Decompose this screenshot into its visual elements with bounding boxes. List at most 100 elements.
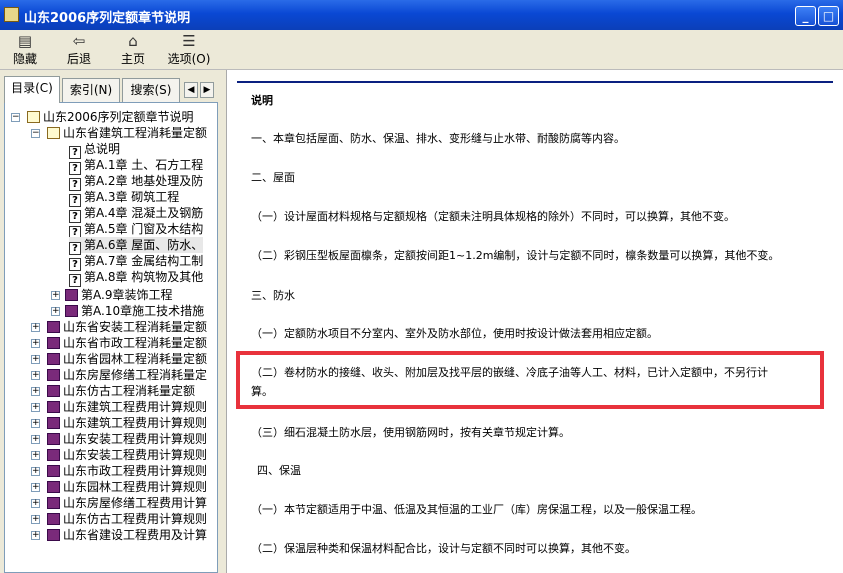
tree-book-label: 山东省安装工程消耗量定额	[63, 320, 208, 334]
paragraph: 一、本章包括屋面、防水、保温、排水、变形缝与止水带、耐酸防腐等内容。	[251, 132, 625, 145]
tree-book[interactable]: 山东建筑工程费用计算规则	[47, 415, 207, 431]
book-icon	[47, 321, 60, 333]
book-icon	[47, 449, 60, 461]
hide-button[interactable]: ▤ 隐藏	[2, 32, 48, 67]
tree-book[interactable]: 第A.9章装饰工程	[65, 287, 172, 303]
tab-search[interactable]: 搜索(S)	[122, 78, 180, 102]
open-book-icon	[27, 111, 40, 123]
expand-toggle[interactable]: +	[31, 499, 40, 508]
tree-book-label: 山东安装工程费用计算规则	[63, 432, 208, 446]
expand-toggle[interactable]: +	[31, 355, 40, 364]
tree-page[interactable]: ? 总说明	[69, 141, 120, 159]
tree-book-label: 山东仿古工程消耗量定额	[63, 384, 196, 398]
section-heading: 四、保温	[257, 464, 301, 477]
tree-book[interactable]: 山东房屋修缮工程消耗量定	[47, 367, 207, 383]
tree-page-label: 第A.4章 混凝土及钢筋	[84, 206, 204, 220]
collapse-toggle[interactable]: −	[11, 113, 20, 122]
tree-book[interactable]: 山东省安装工程消耗量定额	[47, 319, 207, 335]
tree-page[interactable]: ? 第A.3章 砌筑工程	[69, 189, 180, 207]
tree-page-label: 第A.2章 地基处理及防	[84, 174, 204, 188]
tree-book-open[interactable]: 山东省建筑工程消耗量定额	[47, 125, 207, 141]
tree-book-label: 山东省市政工程消耗量定额	[63, 336, 208, 350]
expand-toggle[interactable]: +	[51, 291, 60, 300]
book-icon	[65, 305, 78, 317]
tree-book[interactable]: 山东园林工程费用计算规则	[47, 479, 207, 495]
tab-contents[interactable]: 目录(C)	[4, 76, 60, 103]
tree-root-label: 山东2006序列定额章节说明	[43, 110, 194, 124]
tree-page-selected[interactable]: ? 第A.6章 屋面、防水、	[69, 237, 204, 255]
tab-scroll-right-icon[interactable]: ▶	[200, 82, 214, 98]
expand-toggle[interactable]: +	[31, 467, 40, 476]
tree-book[interactable]: 山东仿古工程费用计算规则	[47, 511, 207, 527]
collapse-toggle[interactable]: −	[31, 129, 40, 138]
window-title: 山东2006序列定额章节说明	[24, 11, 191, 26]
hide-label: 隐藏	[12, 52, 37, 66]
section-heading: 三、防水	[251, 289, 295, 302]
book-icon	[65, 289, 78, 301]
contents-tree: − 山东2006序列定额章节说明 − 山东省建筑工程消耗量定额 ? 总说明 ? 第A…	[4, 102, 218, 573]
tree-book[interactable]: 山东安装工程费用计算规则	[47, 447, 207, 463]
expand-toggle[interactable]: +	[31, 435, 40, 444]
tree-book-label: 山东仿古工程费用计算规则	[63, 512, 208, 526]
book-icon	[47, 337, 60, 349]
expand-toggle[interactable]: +	[31, 515, 40, 524]
expand-toggle[interactable]: +	[31, 387, 40, 396]
paragraph: （一）定额防水项目不分室内、室外及防水部位，使用时按设计做法套用相应定额。	[251, 327, 658, 340]
tree-book-label: 山东市政工程费用计算规则	[63, 464, 208, 478]
tree-book[interactable]: 山东房屋修缮工程费用计算	[47, 495, 207, 511]
content-heading: 说明	[251, 94, 273, 107]
book-icon	[47, 481, 60, 493]
paragraph: （三）细石混凝土防水层，使用钢筋网时，按有关章节规定计算。	[251, 426, 570, 439]
tree-book-label: 山东省园林工程消耗量定额	[63, 352, 208, 366]
book-icon	[47, 497, 60, 509]
tree-page[interactable]: ? 第A.8章 构筑物及其他	[69, 269, 203, 287]
home-icon: ⌂	[128, 32, 138, 50]
tree-root[interactable]: 山东2006序列定额章节说明	[27, 109, 194, 125]
expand-toggle[interactable]: +	[31, 339, 40, 348]
minimize-button[interactable]: _	[795, 6, 816, 26]
book-icon	[47, 369, 60, 381]
tree-book[interactable]: 山东建筑工程费用计算规则	[47, 399, 207, 415]
back-arrow-icon: ⇦	[72, 32, 86, 50]
book-icon	[47, 513, 60, 525]
tree-page-label: 第A.3章 砌筑工程	[84, 190, 180, 204]
book-icon	[47, 401, 60, 413]
book-icon	[47, 417, 60, 429]
tree-book-label: 山东省建设工程费用及计算	[63, 528, 208, 542]
expand-toggle[interactable]: +	[31, 371, 40, 380]
tree-book[interactable]: 第A.10章施工技术措施	[65, 303, 204, 319]
expand-toggle[interactable]: +	[31, 451, 40, 460]
help-page-icon: ?	[69, 274, 81, 287]
expand-toggle[interactable]: +	[31, 483, 40, 492]
book-icon	[47, 465, 60, 477]
section-heading: 二、屋面	[251, 171, 295, 184]
back-button[interactable]: ⇦ 后退	[56, 32, 102, 67]
home-button[interactable]: ⌂ 主页	[110, 32, 156, 67]
tree-book[interactable]: 山东仿古工程消耗量定额	[47, 383, 195, 399]
tree-book[interactable]: 山东市政工程费用计算规则	[47, 463, 207, 479]
tree-page[interactable]: ? 第A.7章 金属结构工制	[69, 253, 204, 271]
expand-toggle[interactable]: +	[31, 419, 40, 428]
expand-toggle[interactable]: +	[31, 403, 40, 412]
tree-book[interactable]: 山东省建设工程费用及计算	[47, 527, 207, 543]
tree-page[interactable]: ? 第A.4章 混凝土及钢筋	[69, 205, 204, 223]
tree-book[interactable]: 山东安装工程费用计算规则	[47, 431, 207, 447]
options-button[interactable]: ☰ 选项(O)	[164, 32, 214, 67]
tree-book[interactable]: 山东省市政工程消耗量定额	[47, 335, 207, 351]
expand-toggle[interactable]: +	[31, 323, 40, 332]
tree-page[interactable]: ? 第A.2章 地基处理及防	[69, 173, 204, 191]
app-icon	[4, 7, 19, 22]
expand-toggle[interactable]: +	[51, 307, 60, 316]
tree-book-label: 第A.9章装饰工程	[81, 288, 173, 302]
maximize-button[interactable]: □	[818, 6, 839, 26]
tree-page[interactable]: ? 第A.5章 门窗及木结构	[69, 221, 204, 239]
open-book-icon	[47, 127, 60, 139]
expand-toggle[interactable]: +	[31, 531, 40, 540]
tree-page-label: 第A.5章 门窗及木结构	[84, 222, 204, 236]
tree-book[interactable]: 山东省园林工程消耗量定额	[47, 351, 207, 367]
tree-page[interactable]: ? 第A.1章 土、石方工程	[69, 157, 203, 175]
tree-page-label: 第A.7章 金属结构工制	[84, 254, 204, 268]
toolbar: ▤ 隐藏 ⇦ 后退 ⌂ 主页 ☰ 选项(O)	[0, 30, 843, 70]
tab-index[interactable]: 索引(N)	[62, 78, 120, 102]
tab-scroll-left-icon[interactable]: ◀	[184, 82, 198, 98]
